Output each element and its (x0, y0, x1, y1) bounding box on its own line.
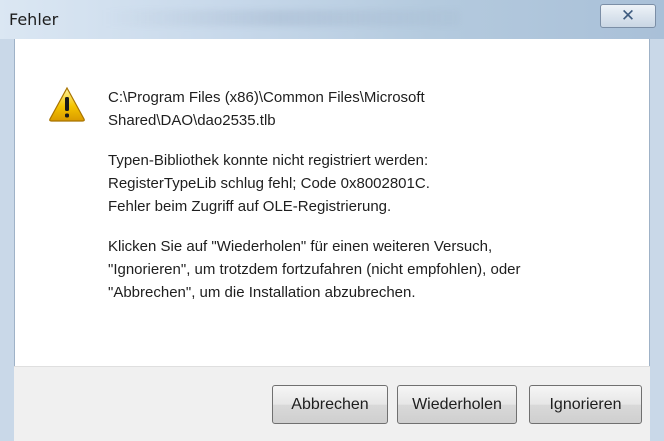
close-button[interactable]: ✕ (600, 4, 656, 28)
instruction-line-3: "Abbrechen", um die Installation abzubre… (108, 284, 416, 301)
title-background-blur (100, 10, 460, 26)
instruction-line-1: Klicken Sie auf "Wiederholen" für einen … (108, 238, 493, 255)
file-path-line-1: C:\Program Files (x86)\Common Files\Micr… (108, 89, 425, 106)
title-bar[interactable]: Fehler ✕ (0, 0, 664, 39)
error-line-3: Fehler beim Zugriff auf OLE-Registrierun… (108, 198, 392, 215)
error-line-2: RegisterTypeLib schlug fehl; Code 0x8002… (108, 175, 430, 192)
close-icon: ✕ (620, 6, 636, 26)
error-message: C:\Program Files (x86)\Common Files\Micr… (108, 86, 628, 321)
abbrechen-button[interactable]: Abbrechen (272, 385, 388, 424)
file-path-line-2: Shared\DAO\dao2535.tlb (108, 112, 276, 129)
instruction-line-2: "Ignorieren", um trotzdem fortzufahren (… (108, 261, 521, 278)
ignorieren-button[interactable]: Ignorieren (529, 385, 642, 424)
warning-icon (49, 86, 85, 122)
error-line-1: Typen-Bibliothek konnte nicht registrier… (108, 152, 429, 169)
window-title: Fehler (9, 10, 59, 29)
file-path: C:\Program Files (x86)\Common Files\Micr… (108, 86, 628, 132)
instructions: Klicken Sie auf "Wiederholen" für einen … (108, 235, 628, 304)
wiederholen-button[interactable]: Wiederholen (397, 385, 517, 424)
error-details: Typen-Bibliothek konnte nicht registrier… (108, 149, 628, 218)
